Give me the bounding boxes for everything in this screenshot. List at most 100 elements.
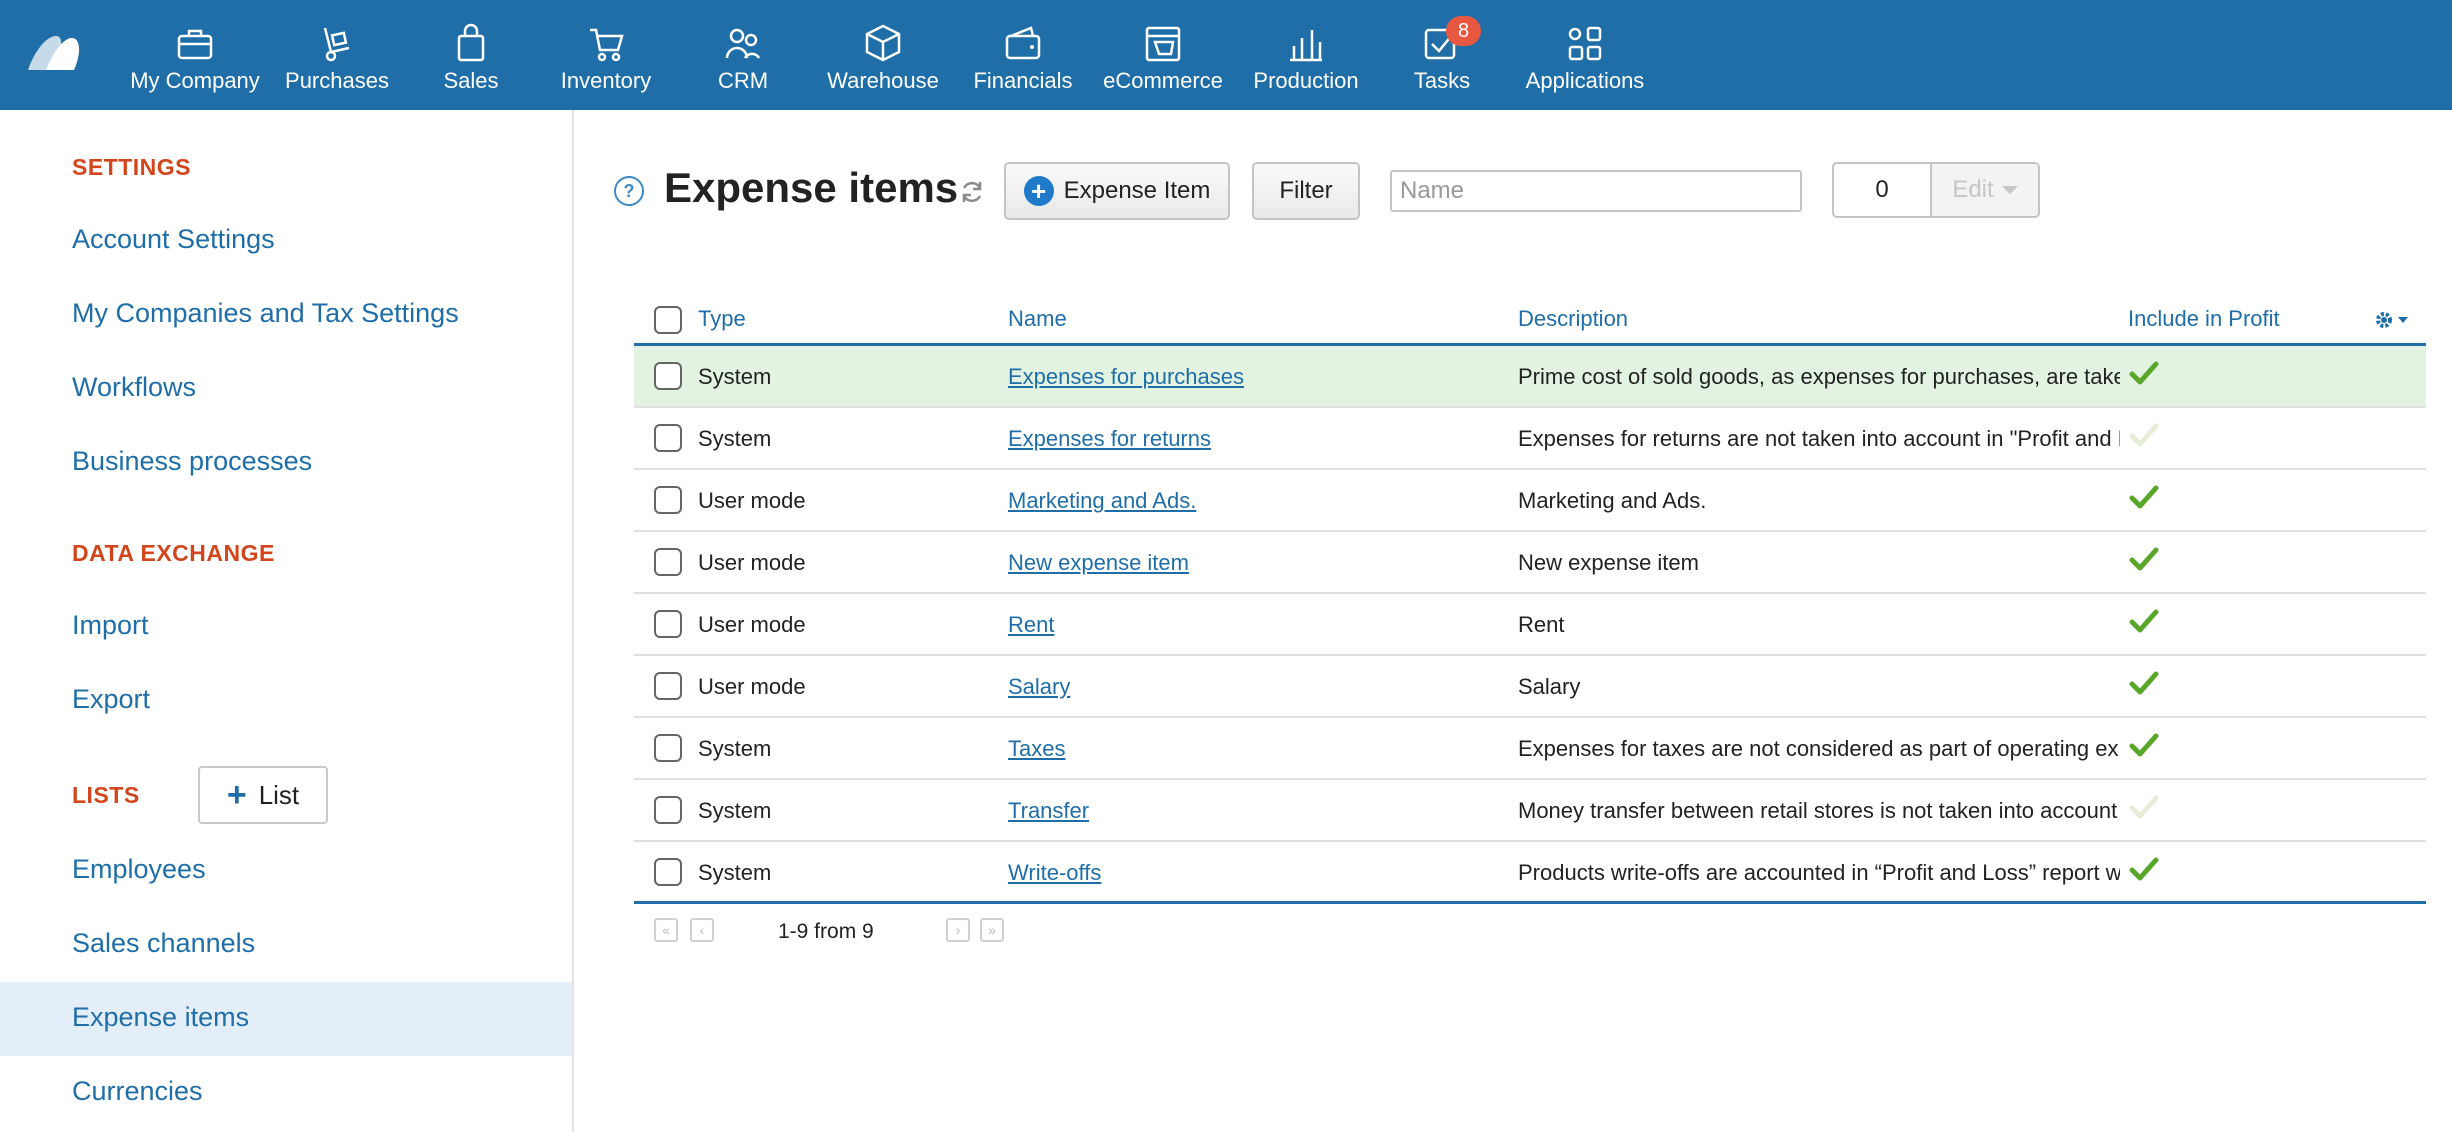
row-name-link[interactable]: Write-offs (1008, 860, 1488, 886)
nav-item-label: CRM (717, 68, 769, 93)
nav-item-tasks[interactable]: Tasks 8 (1378, 0, 1506, 110)
nav-item-ecommerce[interactable]: eCommerce (1092, 0, 1234, 110)
table-row[interactable]: User mode Rent Rent (634, 594, 2426, 656)
table-row[interactable]: User mode New expense item New expense ite… (634, 532, 2426, 594)
refresh-icon[interactable] (958, 178, 986, 206)
row-checkbox[interactable] (654, 796, 682, 824)
sidebar-item-my-companies[interactable]: My Companies and Tax Settings (72, 298, 459, 329)
row-name-link[interactable]: Expenses for returns (1008, 426, 1488, 452)
row-checkbox[interactable] (654, 672, 682, 700)
row-name-link[interactable]: Rent (1008, 612, 1488, 638)
search-input[interactable] (1390, 170, 1802, 212)
row-description: Money transfer between retail stores is … (1518, 798, 2118, 823)
checkmark-icon[interactable] (2128, 482, 2160, 514)
people-icon (725, 28, 761, 59)
row-name-link[interactable]: Salary (1008, 674, 1488, 700)
select-all-checkbox[interactable] (654, 306, 682, 334)
table-row[interactable]: System Write-offs Products write-offs are … (634, 842, 2426, 904)
storefront-icon (1145, 26, 1181, 62)
row-type: System (698, 860, 772, 885)
row-checkbox[interactable] (654, 362, 682, 390)
add-list-button[interactable]: + List (198, 766, 328, 824)
column-header-type[interactable]: Type (698, 306, 746, 332)
sidebar-item-expense-items[interactable]: Expense items (72, 1002, 249, 1033)
row-checkbox[interactable] (654, 734, 682, 762)
sidebar-item-export[interactable]: Export (72, 684, 150, 715)
row-name-link[interactable]: Marketing and Ads. (1008, 488, 1488, 514)
row-type: System (698, 364, 772, 389)
sidebar-item-import[interactable]: Import (72, 610, 149, 641)
plus-circle-icon: + (1023, 176, 1054, 206)
nav-item-inventory[interactable]: Inventory (538, 0, 674, 110)
row-type: System (698, 798, 772, 823)
checkmark-icon[interactable] (2128, 730, 2160, 762)
column-header-include-in-profit[interactable]: Include in Profit (2128, 306, 2280, 332)
previous-page-icon[interactable]: ‹ (690, 918, 714, 942)
table-row[interactable]: System Taxes Expenses for taxes are not co… (634, 718, 2426, 780)
row-name-link[interactable]: Taxes (1008, 736, 1488, 762)
sidebar-section-lists: LISTS (72, 782, 140, 808)
edit-dropdown-label: Edit (1952, 176, 1994, 203)
column-header-description[interactable]: Description (1518, 306, 1628, 332)
row-description: Rent (1518, 612, 1565, 637)
row-name-link[interactable]: New expense item (1008, 550, 1488, 576)
nav-item-financials[interactable]: Financials (954, 0, 1092, 110)
nav-item-my-company[interactable]: My Company (120, 0, 270, 110)
checkmark-icon[interactable] (2128, 544, 2160, 576)
row-type: System (698, 736, 772, 761)
column-header-name[interactable]: Name (1008, 306, 1067, 332)
sidebar-item-currencies[interactable]: Currencies (72, 1076, 203, 1107)
row-description: Expenses for taxes are not considered as… (1518, 736, 2120, 761)
sidebar-item-employees[interactable]: Employees (72, 854, 206, 885)
row-description: Products write-offs are accounted in “Pr… (1518, 860, 2120, 885)
app-logo-icon[interactable] (24, 30, 82, 74)
checkmark-off-icon[interactable] (2128, 420, 2160, 452)
table-row[interactable]: System Transfer Money transfer between ret… (634, 780, 2426, 842)
checkmark-icon[interactable] (2128, 668, 2160, 700)
row-checkbox[interactable] (654, 610, 682, 638)
table-row[interactable]: System Expenses for returns Expenses for r… (634, 408, 2426, 470)
pagination: « ‹ 1-9 from 9 › » (634, 914, 1234, 950)
nav-item-label: Financials (973, 68, 1073, 93)
last-page-icon[interactable]: » (980, 918, 1004, 942)
nav-item-warehouse[interactable]: Warehouse (812, 0, 954, 110)
nav-item-purchases[interactable]: Purchases (270, 0, 404, 110)
row-name-link[interactable]: Transfer (1008, 798, 1488, 824)
first-page-icon[interactable]: « (654, 918, 678, 942)
column-settings-gear-icon[interactable] (2372, 308, 2412, 332)
checkmark-icon[interactable] (2128, 606, 2160, 638)
table-row[interactable]: User mode Marketing and Ads. Marketing and… (634, 470, 2426, 532)
sidebar-item-account-settings[interactable]: Account Settings (72, 224, 275, 255)
selected-count: 0 (1832, 162, 1932, 218)
nav-item-sales[interactable]: Sales (404, 0, 538, 110)
tasks-count-badge: 8 (1446, 16, 1482, 46)
help-icon[interactable]: ? (614, 176, 644, 206)
checkmark-icon[interactable] (2128, 358, 2160, 390)
checkmark-icon[interactable] (2128, 854, 2160, 886)
row-name-link[interactable]: Expenses for purchases (1008, 364, 1488, 390)
next-page-icon[interactable]: › (946, 918, 970, 942)
sidebar-item-business-processes[interactable]: Business processes (72, 446, 312, 477)
add-expense-item-button[interactable]: + Expense Item (1004, 162, 1230, 220)
factory-icon (1290, 30, 1322, 62)
sidebar-item-sales-channels[interactable]: Sales channels (72, 928, 255, 959)
top-navigation-bar: My Company Purchases Sales Inventory CRM Ware… (0, 0, 2452, 110)
row-checkbox[interactable] (654, 548, 682, 576)
briefcase-icon (177, 29, 213, 60)
sidebar-item-workflows[interactable]: Workflows (72, 372, 196, 403)
row-checkbox[interactable] (654, 424, 682, 452)
nav-item-production[interactable]: Production (1234, 0, 1378, 110)
edit-dropdown-button[interactable]: Edit (1930, 162, 2040, 218)
row-description: New expense item (1518, 550, 1699, 575)
table-row[interactable]: User mode Salary Salary (634, 656, 2426, 718)
row-type: System (698, 426, 772, 451)
row-checkbox[interactable] (654, 858, 682, 886)
nav-item-applications[interactable]: Applications (1506, 0, 1664, 110)
nav-item-crm[interactable]: CRM (674, 0, 812, 110)
table-row[interactable]: System Expenses for purchases Prime cost o… (634, 346, 2426, 408)
checkmark-off-icon[interactable] (2128, 792, 2160, 824)
filter-button[interactable]: Filter (1252, 162, 1360, 220)
sidebar-section-data-exchange: DATA EXCHANGE (72, 540, 275, 566)
row-checkbox[interactable] (654, 486, 682, 514)
chevron-down-icon (2001, 186, 2018, 194)
